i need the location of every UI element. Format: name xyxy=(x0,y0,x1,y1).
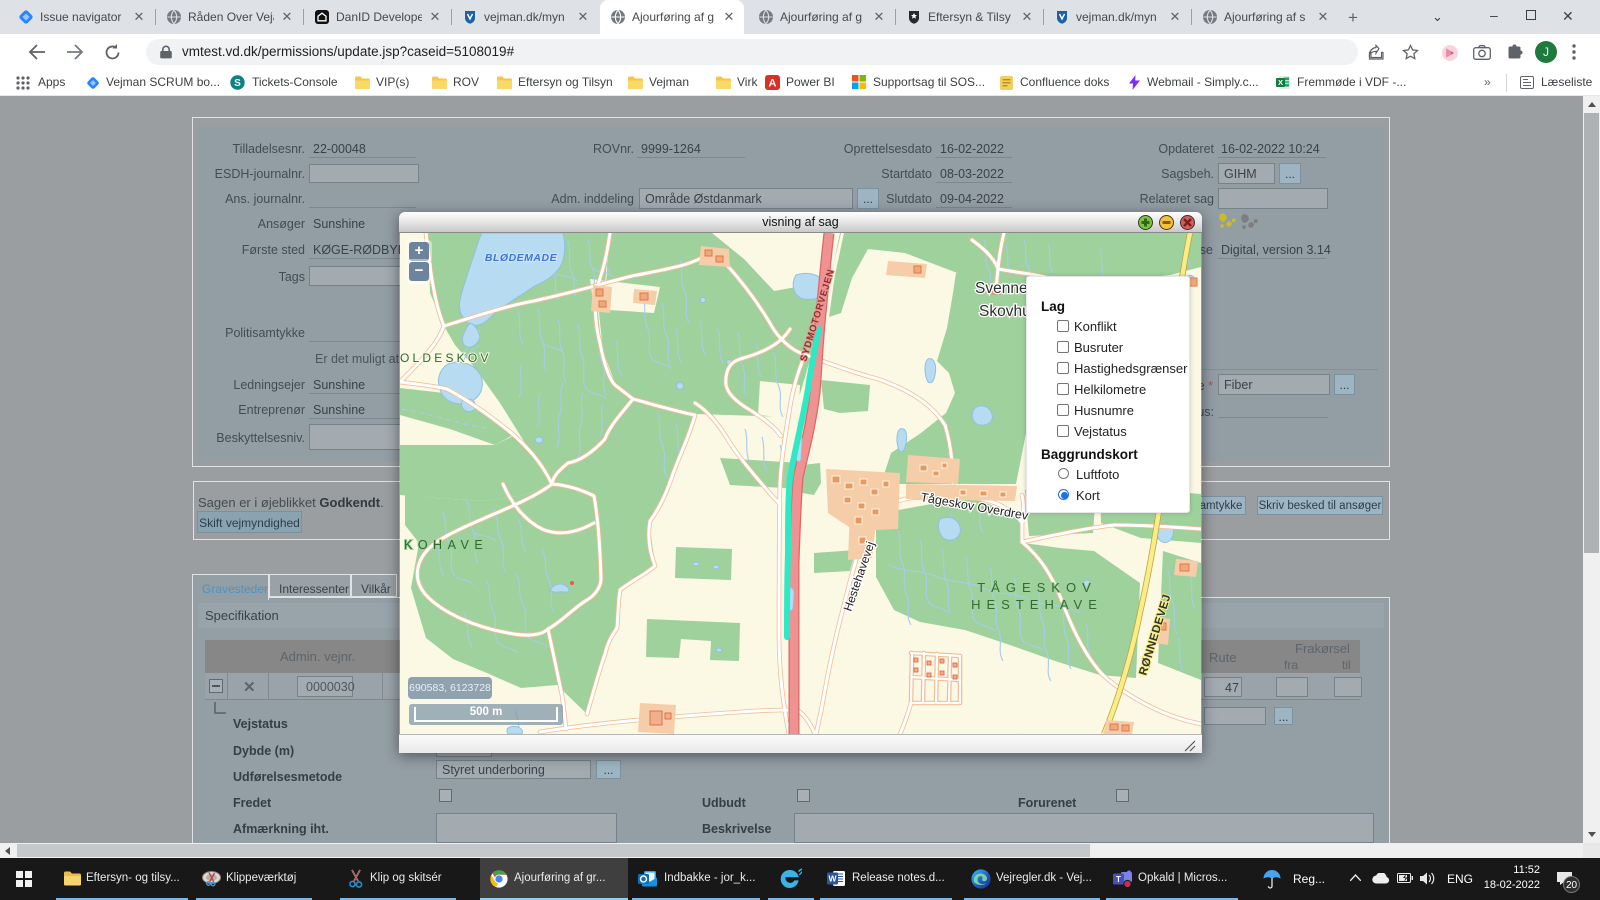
svg-text:X: X xyxy=(1278,78,1283,87)
svg-text:A: A xyxy=(769,78,777,90)
svg-text:T: T xyxy=(1116,875,1121,884)
svg-text:HESTEHAVE: HESTEHAVE xyxy=(971,597,1103,612)
svg-text:W: W xyxy=(828,874,837,884)
svg-text:KOHAVE: KOHAVE xyxy=(404,538,488,552)
svg-text:TÅGESKOV: TÅGESKOV xyxy=(977,580,1097,595)
svg-text:S: S xyxy=(234,78,241,89)
svg-text:BLØDEMADE: BLØDEMADE xyxy=(485,252,558,264)
svg-text:OLDESKOV: OLDESKOV xyxy=(400,351,492,365)
